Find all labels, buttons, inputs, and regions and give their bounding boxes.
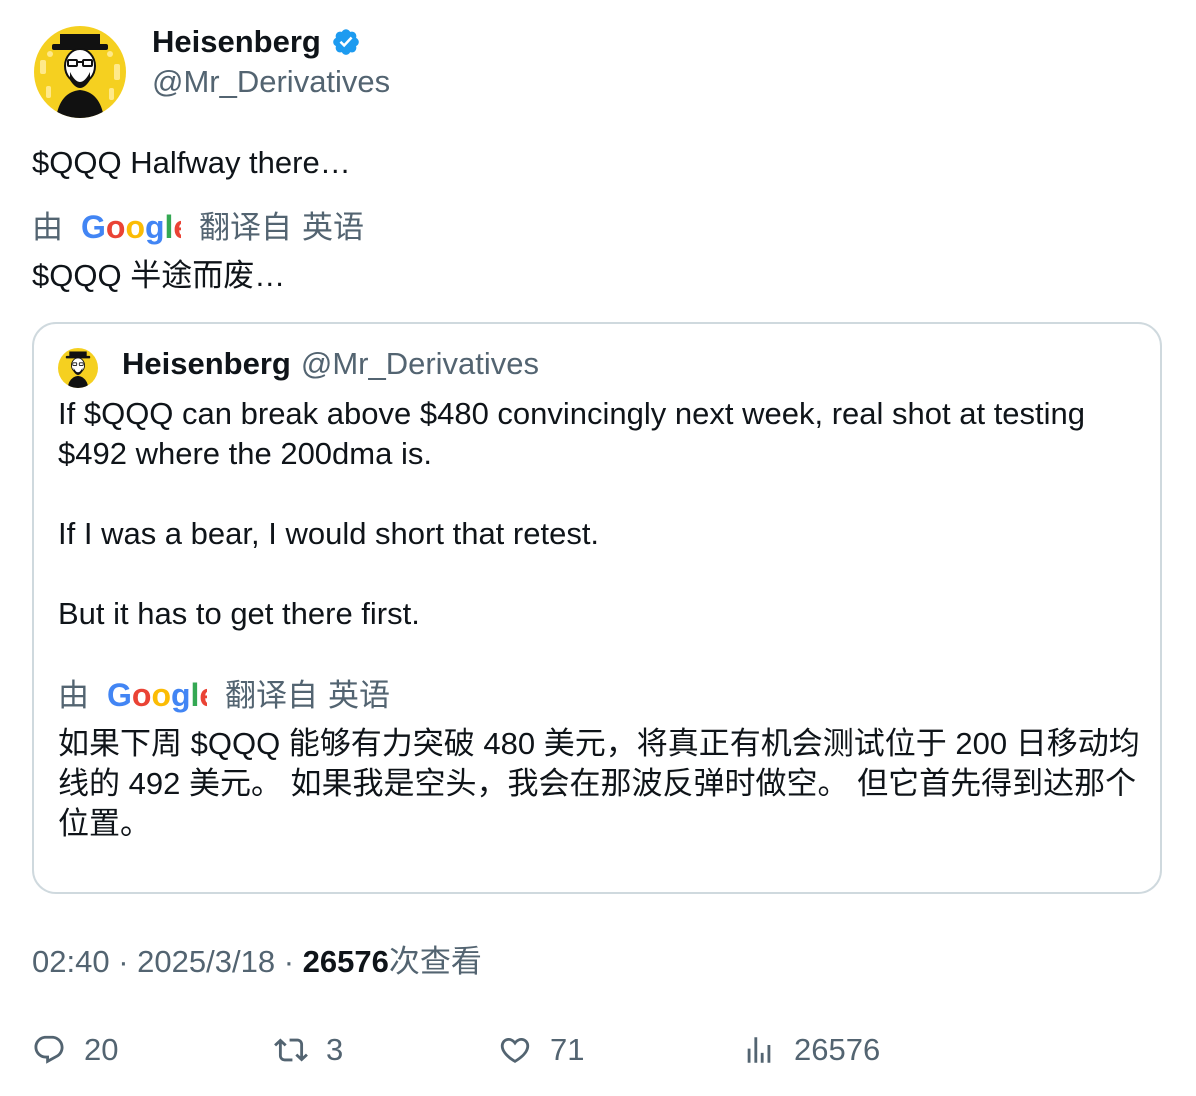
view-count: 26576 [302,944,389,979]
retweet-icon [274,1038,308,1062]
tweet-date[interactable]: 2025/3/18 [137,944,275,979]
google-logo-icon: Google [107,678,207,713]
google-logo-icon: Google [81,210,181,245]
like-count: 71 [550,1032,585,1067]
quote-paragraph: If I was a bear, I would short that rete… [58,516,600,551]
quote-author: Heisenberg @Mr_Derivatives [122,344,539,384]
google-logo[interactable]: Google [81,210,181,246]
meta-separator: · [283,944,295,979]
author-name-text[interactable]: Heisenberg [152,22,321,62]
views-count: 26576 [794,1032,881,1067]
tweet-time[interactable]: 02:40 [32,944,110,979]
retweet-count: 3 [326,1032,344,1067]
svg-text:Google: Google [81,210,181,245]
retweet-button[interactable]: 3 [274,1028,343,1072]
author-handle[interactable]: @Mr_Derivatives [152,62,390,102]
translation-attribution: 由 Google 翻译自 英语 [32,208,364,248]
quote-author-name: Heisenberg [122,346,291,381]
verified-badge-icon [331,27,361,57]
translation-suffix: 翻译自 [199,210,292,245]
quote-author-handle: @Mr_Derivatives [300,346,540,381]
quote-translated-text: 如果下周 $QQQ 能够有力突破 480 美元，将真正有机会测试位于 200 日… [58,726,1140,841]
tweet-meta: 02:40 · 2025/3/18 · 26576次查看 [32,942,482,982]
quote-text: If $QQQ can break above $480 convincingl… [58,394,1148,634]
quote-translation-attribution: 由 Google 翻译自 英语 [58,676,390,716]
meta-separator: · [118,944,129,979]
reply-button[interactable]: 20 [32,1028,118,1072]
svg-text:Google: Google [107,678,207,713]
reply-icon [34,1035,64,1064]
translation-language: 英语 [328,678,390,713]
bar-chart-icon [747,1037,771,1063]
translation-suffix: 翻译自 [225,678,318,713]
translation-language: 英语 [302,210,364,245]
view-count-suffix: 次查看 [388,944,482,979]
translation-prefix: 由 [58,678,89,713]
translation-prefix: 由 [32,210,63,245]
tweet-text: $QQQ Halfway there… [32,145,351,180]
google-logo[interactable]: Google [107,678,207,714]
translated-tweet-text: $QQQ 半途而废… [32,258,286,293]
quote-author-avatar [58,348,98,388]
heart-icon [500,1037,530,1063]
reply-count: 20 [84,1032,119,1067]
quote-paragraph: If $QQQ can break above $480 convincingl… [58,396,1086,471]
views-button[interactable]: 26576 [742,1028,880,1072]
like-button[interactable]: 71 [498,1028,584,1072]
author-avatar[interactable] [34,26,126,118]
heisenberg-avatar [58,348,98,388]
author-name[interactable]: Heisenberg [152,22,361,62]
heisenberg-avatar [34,26,126,118]
quote-paragraph: But it has to get there first. [58,596,420,631]
